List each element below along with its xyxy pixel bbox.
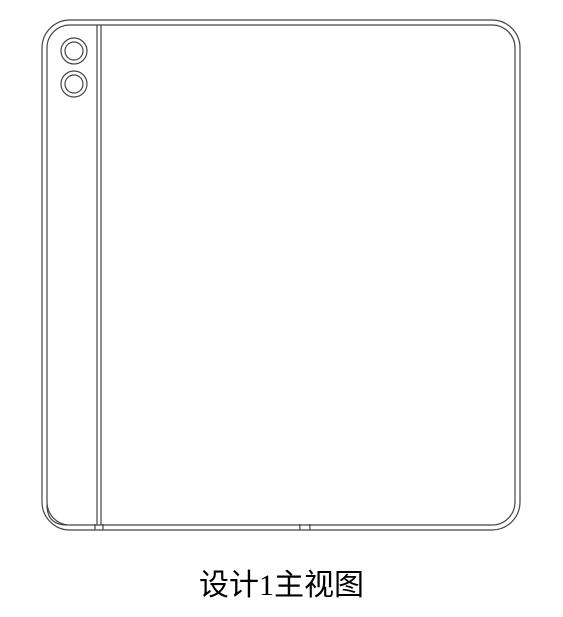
figure-caption: 设计1主视图	[199, 560, 364, 604]
patent-drawing-container	[12, 10, 552, 540]
foldable-device-front-view	[12, 10, 552, 540]
